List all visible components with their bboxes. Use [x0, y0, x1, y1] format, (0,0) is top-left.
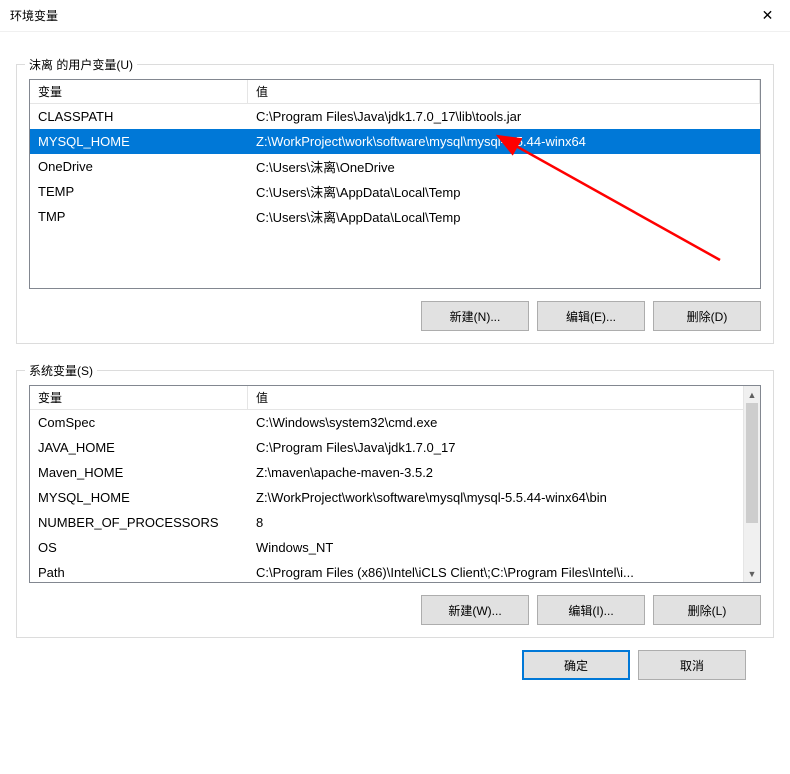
cell-variable: CLASSPATH [30, 109, 248, 124]
dialog-footer: 确定 取消 [16, 638, 774, 680]
cell-variable: MYSQL_HOME [30, 134, 248, 149]
cell-variable: NUMBER_OF_PROCESSORS [30, 515, 248, 530]
user-vars-group: 沫离 的用户变量(U) 变量 值 CLASSPATHC:\Program Fil… [16, 64, 774, 344]
cell-value: C:\Users\沫离\AppData\Local\Temp [248, 182, 760, 201]
cell-value: 8 [248, 515, 743, 530]
table-row[interactable]: NUMBER_OF_PROCESSORS8 [30, 510, 743, 535]
cell-variable: Path [30, 565, 248, 580]
cell-value: Windows_NT [248, 540, 743, 555]
sys-vars-group: 系统变量(S) 变量 值 ComSpecC:\Windows\system32\… [16, 370, 774, 638]
cell-value: C:\Users\沫离\AppData\Local\Temp [248, 207, 760, 226]
user-vars-body: CLASSPATHC:\Program Files\Java\jdk1.7.0_… [30, 104, 760, 288]
sys-vars-buttons: 新建(W)... 编辑(I)... 删除(L) [29, 595, 761, 625]
table-row[interactable]: CLASSPATHC:\Program Files\Java\jdk1.7.0_… [30, 104, 760, 129]
table-row[interactable]: TMPC:\Users\沫离\AppData\Local\Temp [30, 204, 760, 229]
user-new-button[interactable]: 新建(N)... [421, 301, 529, 331]
cell-variable: MYSQL_HOME [30, 490, 248, 505]
cell-value: C:\Program Files\Java\jdk1.7.0_17 [248, 440, 743, 455]
table-row[interactable]: JAVA_HOMEC:\Program Files\Java\jdk1.7.0_… [30, 435, 743, 460]
cancel-button[interactable]: 取消 [638, 650, 746, 680]
sys-vars-header: 变量 值 [30, 386, 760, 410]
cell-variable: ComSpec [30, 415, 248, 430]
user-vars-buttons: 新建(N)... 编辑(E)... 删除(D) [29, 301, 761, 331]
scroll-up-icon[interactable]: ▲ [744, 386, 760, 403]
col-header-variable[interactable]: 变量 [30, 80, 248, 103]
user-edit-button[interactable]: 编辑(E)... [537, 301, 645, 331]
table-row[interactable]: ComSpecC:\Windows\system32\cmd.exe [30, 410, 743, 435]
cell-variable: JAVA_HOME [30, 440, 248, 455]
cell-value: C:\Windows\system32\cmd.exe [248, 415, 743, 430]
scroll-thumb[interactable] [746, 403, 758, 523]
user-vars-header: 变量 值 [30, 80, 760, 104]
cell-variable: TEMP [30, 184, 248, 199]
scroll-down-icon[interactable]: ▼ [744, 565, 760, 582]
dialog-content: 沫离 的用户变量(U) 变量 值 CLASSPATHC:\Program Fil… [0, 32, 790, 696]
sys-vars-legend: 系统变量(S) [25, 362, 97, 379]
col-header-value[interactable]: 值 [248, 80, 760, 103]
user-vars-legend: 沫离 的用户变量(U) [25, 56, 137, 73]
cell-value: C:\Program Files\Java\jdk1.7.0_17\lib\to… [248, 109, 760, 124]
table-row[interactable]: OSWindows_NT [30, 535, 743, 560]
sys-delete-button[interactable]: 删除(L) [653, 595, 761, 625]
table-row[interactable]: MYSQL_HOMEZ:\WorkProject\work\software\m… [30, 129, 760, 154]
sys-new-button[interactable]: 新建(W)... [421, 595, 529, 625]
cell-value: Z:\WorkProject\work\software\mysql\mysql… [248, 490, 743, 505]
table-row[interactable]: TEMPC:\Users\沫离\AppData\Local\Temp [30, 179, 760, 204]
cell-variable: OneDrive [30, 159, 248, 174]
table-row[interactable]: OneDriveC:\Users\沫离\OneDrive [30, 154, 760, 179]
cell-value: Z:\maven\apache-maven-3.5.2 [248, 465, 743, 480]
close-icon: ✕ [762, 7, 774, 24]
cell-variable: Maven_HOME [30, 465, 248, 480]
cell-variable: TMP [30, 209, 248, 224]
cell-value: C:\Program Files (x86)\Intel\iCLS Client… [248, 565, 743, 580]
sys-vars-body: ComSpecC:\Windows\system32\cmd.exeJAVA_H… [30, 410, 743, 582]
table-row[interactable]: PathC:\Program Files (x86)\Intel\iCLS Cl… [30, 560, 743, 582]
col-header-value[interactable]: 值 [248, 386, 760, 409]
ok-button[interactable]: 确定 [522, 650, 630, 680]
close-button[interactable]: ✕ [745, 0, 790, 32]
window-title: 环境变量 [10, 7, 58, 24]
cell-value: C:\Users\沫离\OneDrive [248, 157, 760, 176]
user-delete-button[interactable]: 删除(D) [653, 301, 761, 331]
cell-variable: OS [30, 540, 248, 555]
sys-vars-table[interactable]: 变量 值 ComSpecC:\Windows\system32\cmd.exeJ… [29, 385, 761, 583]
vertical-scrollbar[interactable]: ▲ ▼ [743, 386, 760, 582]
sys-edit-button[interactable]: 编辑(I)... [537, 595, 645, 625]
table-row[interactable]: MYSQL_HOMEZ:\WorkProject\work\software\m… [30, 485, 743, 510]
table-row[interactable]: Maven_HOMEZ:\maven\apache-maven-3.5.2 [30, 460, 743, 485]
col-header-variable[interactable]: 变量 [30, 386, 248, 409]
cell-value: Z:\WorkProject\work\software\mysql\mysql… [248, 134, 760, 149]
user-vars-table[interactable]: 变量 值 CLASSPATHC:\Program Files\Java\jdk1… [29, 79, 761, 289]
titlebar: 环境变量 ✕ [0, 0, 790, 32]
